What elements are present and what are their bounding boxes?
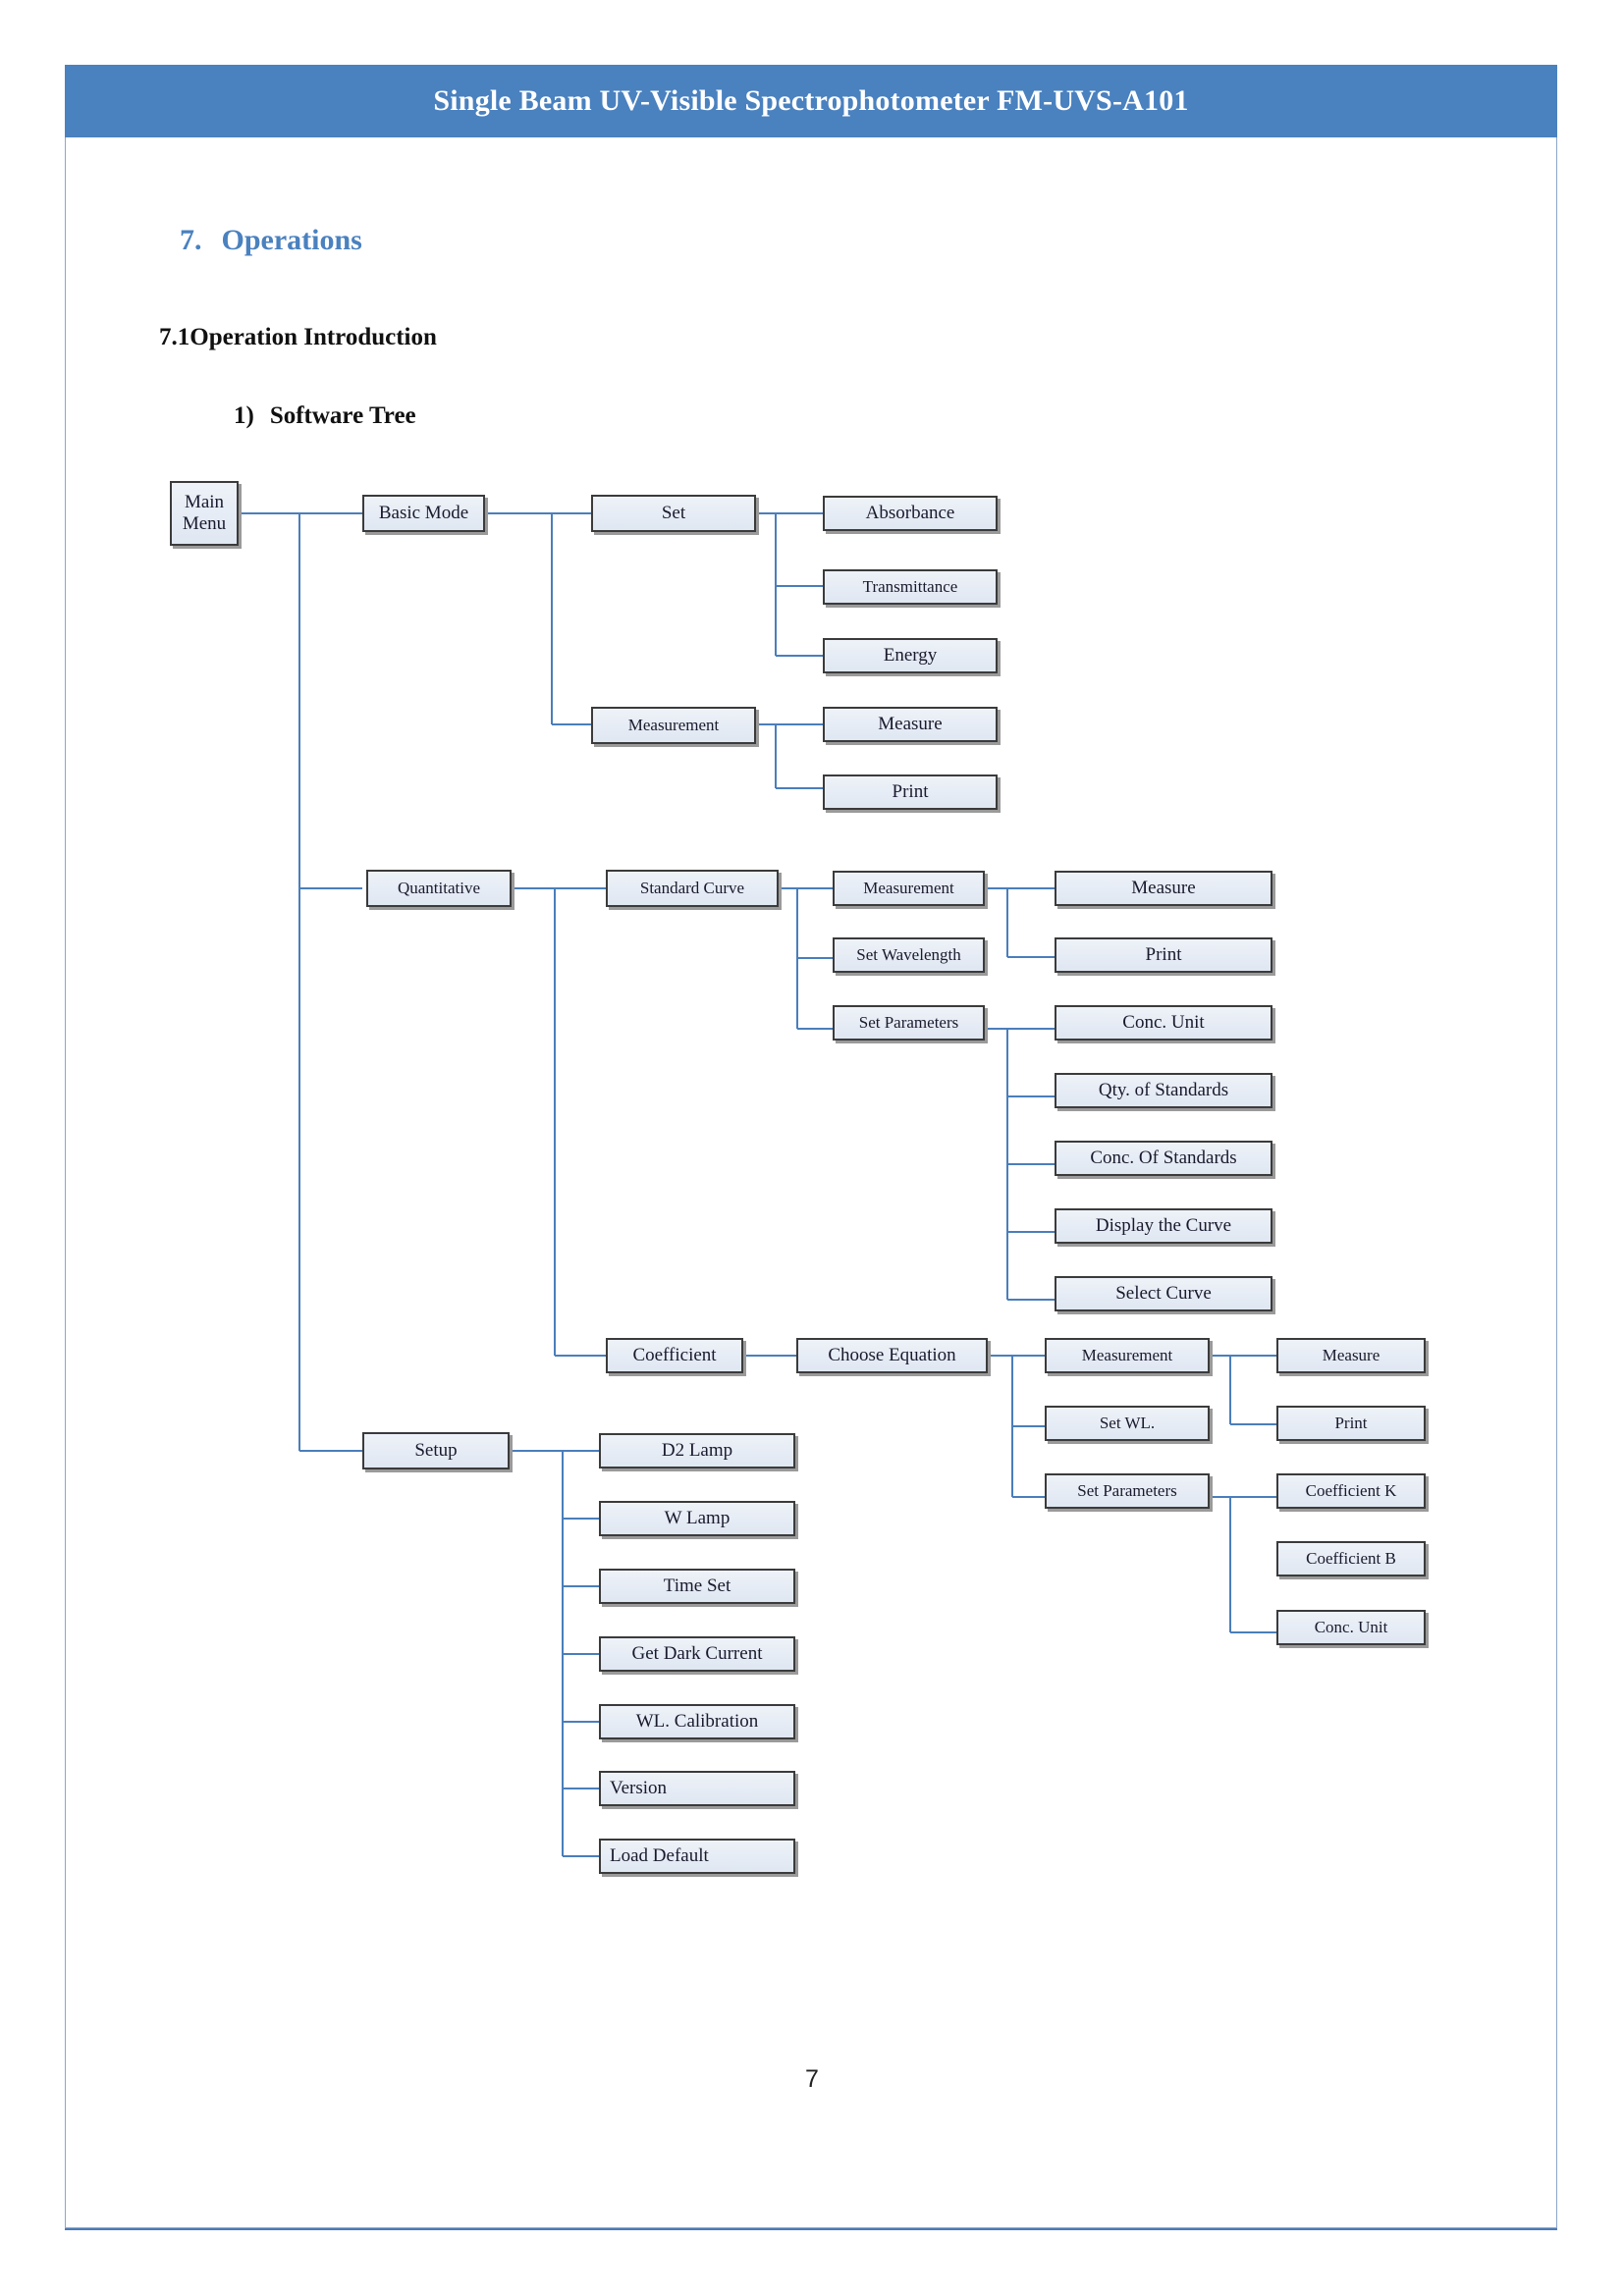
tree-node-print-standard-curve[interactable]: Print <box>1055 937 1272 973</box>
tree-node-label: Main <box>184 492 225 513</box>
tree-node-version[interactable]: Version <box>599 1771 795 1806</box>
tree-node-set-wavelength[interactable]: Set Wavelength <box>833 937 985 973</box>
tree-node-print-coefficient[interactable]: Print <box>1276 1406 1426 1441</box>
tree-node-measure-coefficient[interactable]: Measure <box>1276 1338 1426 1373</box>
tree-node-display-the-curve[interactable]: Display the Curve <box>1055 1208 1272 1244</box>
tree-node-conc-unit-standard-curve[interactable]: Conc. Unit <box>1055 1005 1272 1041</box>
tree-node-standard-curve[interactable]: Standard Curve <box>606 870 779 907</box>
tree-node-label: D2 Lamp <box>661 1440 733 1462</box>
tree-node-label: Measure <box>1322 1346 1380 1365</box>
tree-node-label: Coefficient <box>632 1345 717 1366</box>
tree-node-label: Basic Mode <box>378 503 469 524</box>
tree-node-label: Energy <box>883 645 938 667</box>
section-heading: 7. Operations <box>180 224 362 257</box>
tree-node-label: Set Parameters <box>1077 1481 1177 1501</box>
tree-node-quantitative[interactable]: Quantitative <box>366 870 512 907</box>
tree-node-qty-of-standards[interactable]: Qty. of Standards <box>1055 1073 1272 1108</box>
subsection-heading: 7.1Operation Introduction <box>159 324 437 350</box>
tree-node-label: Print <box>1334 1414 1368 1433</box>
tree-node-measure-standard-curve[interactable]: Measure <box>1055 871 1272 906</box>
tree-node-label: Time Set <box>663 1575 731 1597</box>
tree-node-label: Display the Curve <box>1095 1215 1232 1237</box>
tree-node-d2-lamp[interactable]: D2 Lamp <box>599 1433 795 1468</box>
tree-node-label: Set Wavelength <box>856 945 961 965</box>
tree-node-label: Standard Curve <box>639 879 745 898</box>
tree-node-select-curve[interactable]: Select Curve <box>1055 1276 1272 1311</box>
tree-node-label: Quantitative <box>397 879 481 898</box>
tree-node-label: Measurement <box>1081 1346 1173 1365</box>
tree-node-label: Print <box>892 781 929 803</box>
tree-node-energy[interactable]: Energy <box>823 638 998 673</box>
section-title: Operations <box>221 224 362 256</box>
document-header-band: Single Beam UV-Visible Spectrophotometer… <box>65 65 1557 137</box>
tree-node-w-lamp[interactable]: W Lamp <box>599 1501 795 1536</box>
tree-node-label: Print <box>1145 944 1182 966</box>
tree-node-coefficient[interactable]: Coefficient <box>606 1338 743 1373</box>
tree-node-wl-calibration[interactable]: WL. Calibration <box>599 1704 795 1739</box>
tree-node-set-wl[interactable]: Set WL. <box>1045 1406 1210 1441</box>
tree-node-get-dark-current[interactable]: Get Dark Current <box>599 1636 795 1672</box>
tree-node-label: Measurement <box>627 716 720 735</box>
tree-node-label: Transmittance <box>862 577 958 597</box>
tree-node-measure-basic[interactable]: Measure <box>823 707 998 742</box>
tree-node-basic-mode[interactable]: Basic Mode <box>362 495 485 532</box>
tree-node-label: Get Dark Current <box>631 1643 763 1665</box>
section-number: 7. <box>180 224 202 256</box>
tree-node-time-set[interactable]: Time Set <box>599 1569 795 1604</box>
tree-node-coefficient-k[interactable]: Coefficient K <box>1276 1473 1426 1509</box>
tree-node-label: Version <box>610 1778 668 1799</box>
tree-node-label: Conc. Unit <box>1314 1618 1388 1637</box>
tree-node-label: Conc. Of Standards <box>1090 1148 1237 1169</box>
tree-node-setup[interactable]: Setup <box>362 1432 510 1469</box>
tree-node-label: Measure <box>878 714 943 735</box>
tree-node-choose-equation[interactable]: Choose Equation <box>796 1338 988 1373</box>
tree-node-label: Select Curve <box>1115 1283 1212 1305</box>
tree-node-label: Load Default <box>610 1845 709 1867</box>
tree-node-conc-unit-coefficient[interactable]: Conc. Unit <box>1276 1610 1426 1645</box>
page-frame <box>65 65 1557 2230</box>
tree-node-measurement-coefficient[interactable]: Measurement <box>1045 1338 1210 1373</box>
tree-node-label: Qty. of Standards <box>1098 1080 1229 1101</box>
item-title: Software Tree <box>269 402 416 429</box>
tree-node-label: Set WL. <box>1099 1414 1156 1433</box>
tree-node-set-parameters-coefficient[interactable]: Set Parameters <box>1045 1473 1210 1509</box>
tree-node-coefficient-b[interactable]: Coefficient B <box>1276 1541 1426 1576</box>
tree-node-main-menu[interactable]: Main Menu <box>170 481 239 546</box>
tree-node-set-parameters-standard-curve[interactable]: Set Parameters <box>833 1005 985 1041</box>
tree-node-load-default[interactable]: Load Default <box>599 1839 795 1874</box>
tree-node-label: Coefficient B <box>1306 1549 1396 1569</box>
tree-node-label: Set Parameters <box>858 1013 959 1033</box>
document-title: Single Beam UV-Visible Spectrophotometer… <box>433 84 1189 117</box>
tree-node-label: Measurement <box>863 879 954 898</box>
tree-node-transmittance[interactable]: Transmittance <box>823 569 998 605</box>
tree-node-conc-of-standards[interactable]: Conc. Of Standards <box>1055 1141 1272 1176</box>
tree-node-label: Coefficient K <box>1305 1481 1397 1501</box>
tree-node-measurement-standard-curve[interactable]: Measurement <box>833 871 985 906</box>
software-tree-heading: 1) Software Tree <box>234 402 416 430</box>
tree-node-label: W Lamp <box>664 1508 731 1529</box>
tree-node-label: Setup <box>414 1440 458 1462</box>
page-number: 7 <box>805 2065 819 2093</box>
tree-node-label: WL. Calibration <box>635 1711 759 1733</box>
tree-node-label: Menu <box>182 513 227 534</box>
tree-node-set[interactable]: Set <box>591 495 756 532</box>
tree-node-print-basic[interactable]: Print <box>823 774 998 810</box>
tree-node-label: Conc. Unit <box>1122 1012 1205 1034</box>
tree-node-label: Choose Equation <box>828 1345 956 1366</box>
tree-node-label: Set <box>661 503 686 524</box>
tree-node-absorbance[interactable]: Absorbance <box>823 496 998 531</box>
tree-node-measurement-basic[interactable]: Measurement <box>591 707 756 744</box>
tree-node-label: Absorbance <box>865 503 955 524</box>
tree-node-label: Measure <box>1131 878 1196 899</box>
item-number: 1) <box>234 402 254 429</box>
